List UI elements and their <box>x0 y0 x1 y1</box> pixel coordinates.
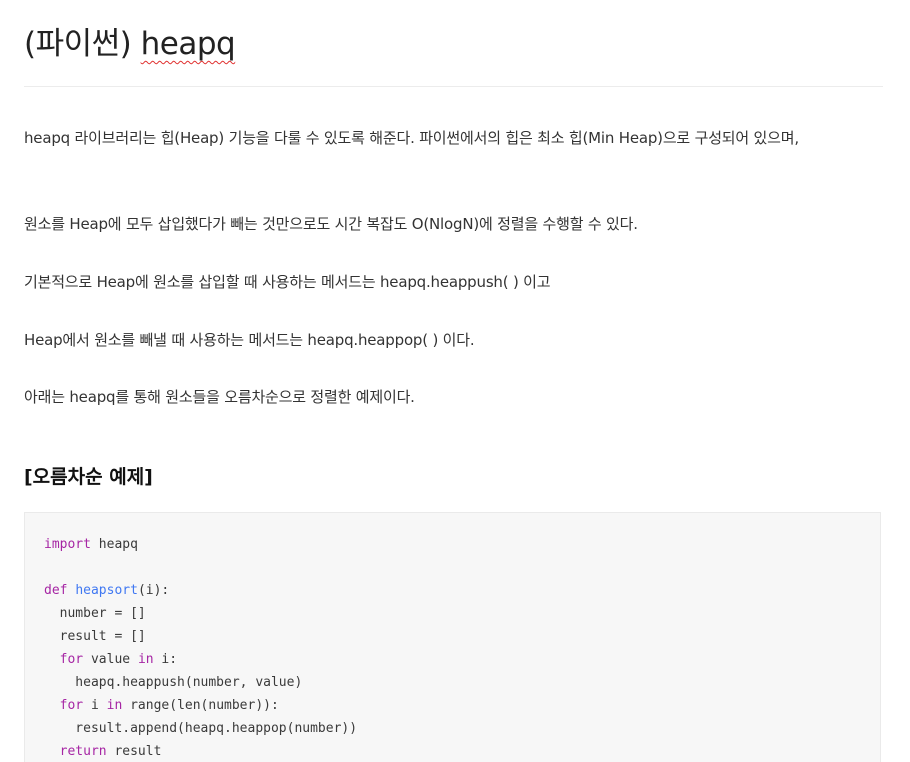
code-keyword: for <box>59 652 84 667</box>
code-line: for value in i: <box>44 648 357 671</box>
post-title: (파이썬) heapq <box>24 18 236 63</box>
code-text-span: i <box>83 698 107 713</box>
code-line: return result <box>44 740 357 762</box>
code-keyword: def <box>44 583 68 598</box>
code-text-span: range(len(number)): <box>122 698 279 713</box>
code-line: result.append(heapq.heappop(number)) <box>44 721 358 736</box>
code-block[interactable]: import heapq def heapsort(i): number = []… <box>24 512 881 762</box>
paragraph-example-intro: 아래는 heapq를 통해 원소들을 오름차순으로 정렬한 예제이다. <box>24 388 415 406</box>
code-line: number = [] <box>44 606 146 621</box>
code-text[interactable]: import heapq def heapsort(i): number = []… <box>44 533 357 762</box>
code-line: heapq.heappush(number, value) <box>44 675 303 690</box>
post-title-word: heapq <box>140 26 236 62</box>
code-line: for i in range(len(number)): <box>44 694 357 717</box>
code-function-name: heapsort <box>75 583 138 598</box>
code-text-span: result <box>106 744 162 759</box>
code-keyword: for <box>59 698 84 713</box>
code-keyword: import <box>44 537 91 552</box>
paragraph-heappop: Heap에서 원소를 빼낼 때 사용하는 메서드는 heapq.heappop(… <box>24 331 475 349</box>
code-keyword: in <box>137 652 154 667</box>
code-text-span: (i): <box>137 583 170 598</box>
post-title-prefix: (파이썬) <box>24 26 141 62</box>
paragraph-intro: heapq 라이브러리는 힙(Heap) 기능을 다룰 수 있도록 해준다. 파… <box>24 129 799 147</box>
code-text-span: i: <box>153 652 178 667</box>
paragraph-heappush: 기본적으로 Heap에 원소를 삽입할 때 사용하는 메서드는 heapq.he… <box>24 273 551 291</box>
code-text-span: heapq <box>90 537 138 552</box>
code-line: def heapsort(i): <box>44 579 357 602</box>
code-keyword: return <box>59 744 107 759</box>
paragraph-complexity: 원소를 Heap에 모두 삽입했다가 빼는 것만으로도 시간 복잡도 O(Nlo… <box>24 215 638 233</box>
code-keyword: in <box>106 698 123 713</box>
title-divider <box>24 86 883 87</box>
code-text-span: value <box>83 652 138 667</box>
section-heading: [오름차순 예제] <box>24 466 153 488</box>
code-line: result = [] <box>44 629 146 644</box>
code-line: import heapq <box>44 533 357 556</box>
